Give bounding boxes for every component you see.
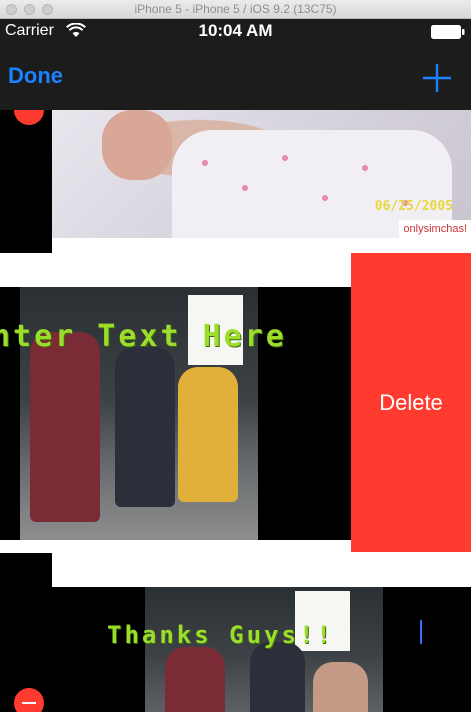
text-cursor (420, 620, 422, 644)
navigation-bar: Done (0, 44, 471, 110)
clip-overlay-text[interactable]: Thanks Guys!! (107, 621, 334, 649)
photo-detail (282, 155, 288, 161)
photo-subject (102, 110, 172, 180)
plus-icon[interactable] (420, 61, 454, 95)
photo-detail (202, 160, 208, 166)
delete-button[interactable]: Delete (351, 253, 471, 552)
clip-thumbnail-baby[interactable]: 06/25/2005 onlysimchas! (52, 110, 471, 238)
simulator-titlebar: iPhone 5 - iPhone 5 / iOS 9.2 (13C75) (0, 0, 471, 19)
delete-toggle-icon[interactable] (14, 688, 44, 712)
status-bar: Carrier 10:04 AM (0, 19, 471, 44)
photo-detail (322, 195, 328, 201)
clip-thumbnail-kids (145, 587, 383, 712)
photo-detail (362, 165, 368, 171)
clip-list[interactable]: 06/25/2005 onlysimchas! nter Text Here D… (0, 110, 471, 712)
row-edit-gutter (0, 110, 52, 253)
photo-subject (250, 642, 305, 712)
simulator-title: iPhone 5 - iPhone 5 / iOS 9.2 (13C75) (134, 2, 337, 16)
photo-subject (115, 347, 175, 507)
status-time: 10:04 AM (198, 21, 273, 40)
photo-watermark: onlysimchas! (399, 220, 471, 238)
photo-date-stamp: 06/25/2005 (374, 199, 453, 214)
clip-row-swiped[interactable]: nter Text Here (0, 287, 351, 540)
photo-subject (30, 332, 100, 522)
done-button[interactable]: Done (8, 63, 63, 89)
clip-row[interactable]: Thanks Guys!! (0, 587, 471, 712)
photo-detail (242, 185, 248, 191)
clip-overlay-text: nter Text Here (0, 319, 287, 354)
photo-subject (313, 662, 368, 712)
battery-icon (431, 25, 465, 39)
photo-subject (165, 647, 225, 712)
photo-subject (178, 367, 238, 502)
